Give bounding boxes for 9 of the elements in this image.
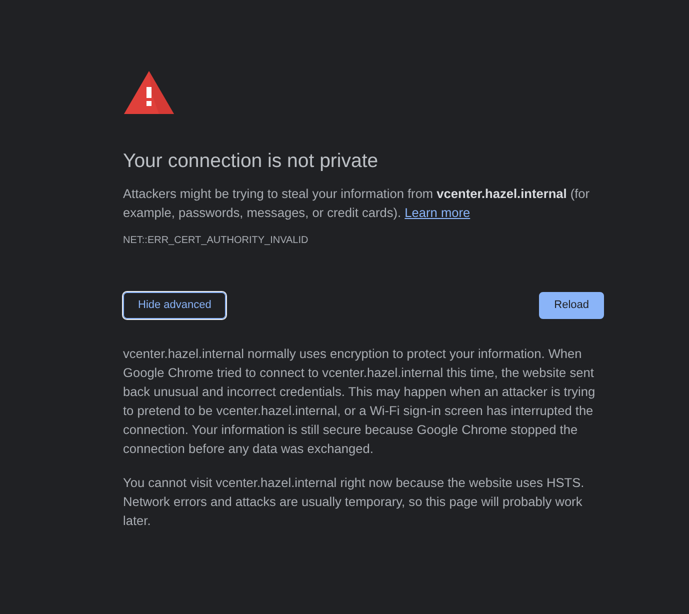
error-code: NET::ERR_CERT_AUTHORITY_INVALID <box>123 234 310 248</box>
reload-button[interactable]: Reload <box>539 292 604 319</box>
learn-more-link[interactable]: Learn more <box>404 205 470 220</box>
details-paragraph: You cannot visit vcenter.hazel.internal right now because the website uses HSTS. Network errors and attacks are usually temporary, so this page will probably work later. <box>123 474 586 530</box>
warning-description: Attackers might be trying to steal your information from vcenter.hazel.internal (for example, passwords, messages, or credit cards). Learn more <box>123 185 591 222</box>
details-paragraph: vcenter.hazel.internal normally uses encryption to protect your information. When Google Chrome tried to connect to vcenter.hazel.internal this time, the website sent back unusual and incorrect credentials. This may happen when an attacker is trying to pretend to be vcenter.hazel.internal, or a Wi-Fi sign-in screen has interrupted the connection. Your information is still secure because Google Chrome stopped the connection before any data was exchanged. <box>123 345 596 458</box>
advanced-button[interactable]: Hide advanced <box>123 292 226 319</box>
page-heading: Your connection is not private <box>123 150 380 172</box>
warning-triangle-icon <box>123 70 175 115</box>
